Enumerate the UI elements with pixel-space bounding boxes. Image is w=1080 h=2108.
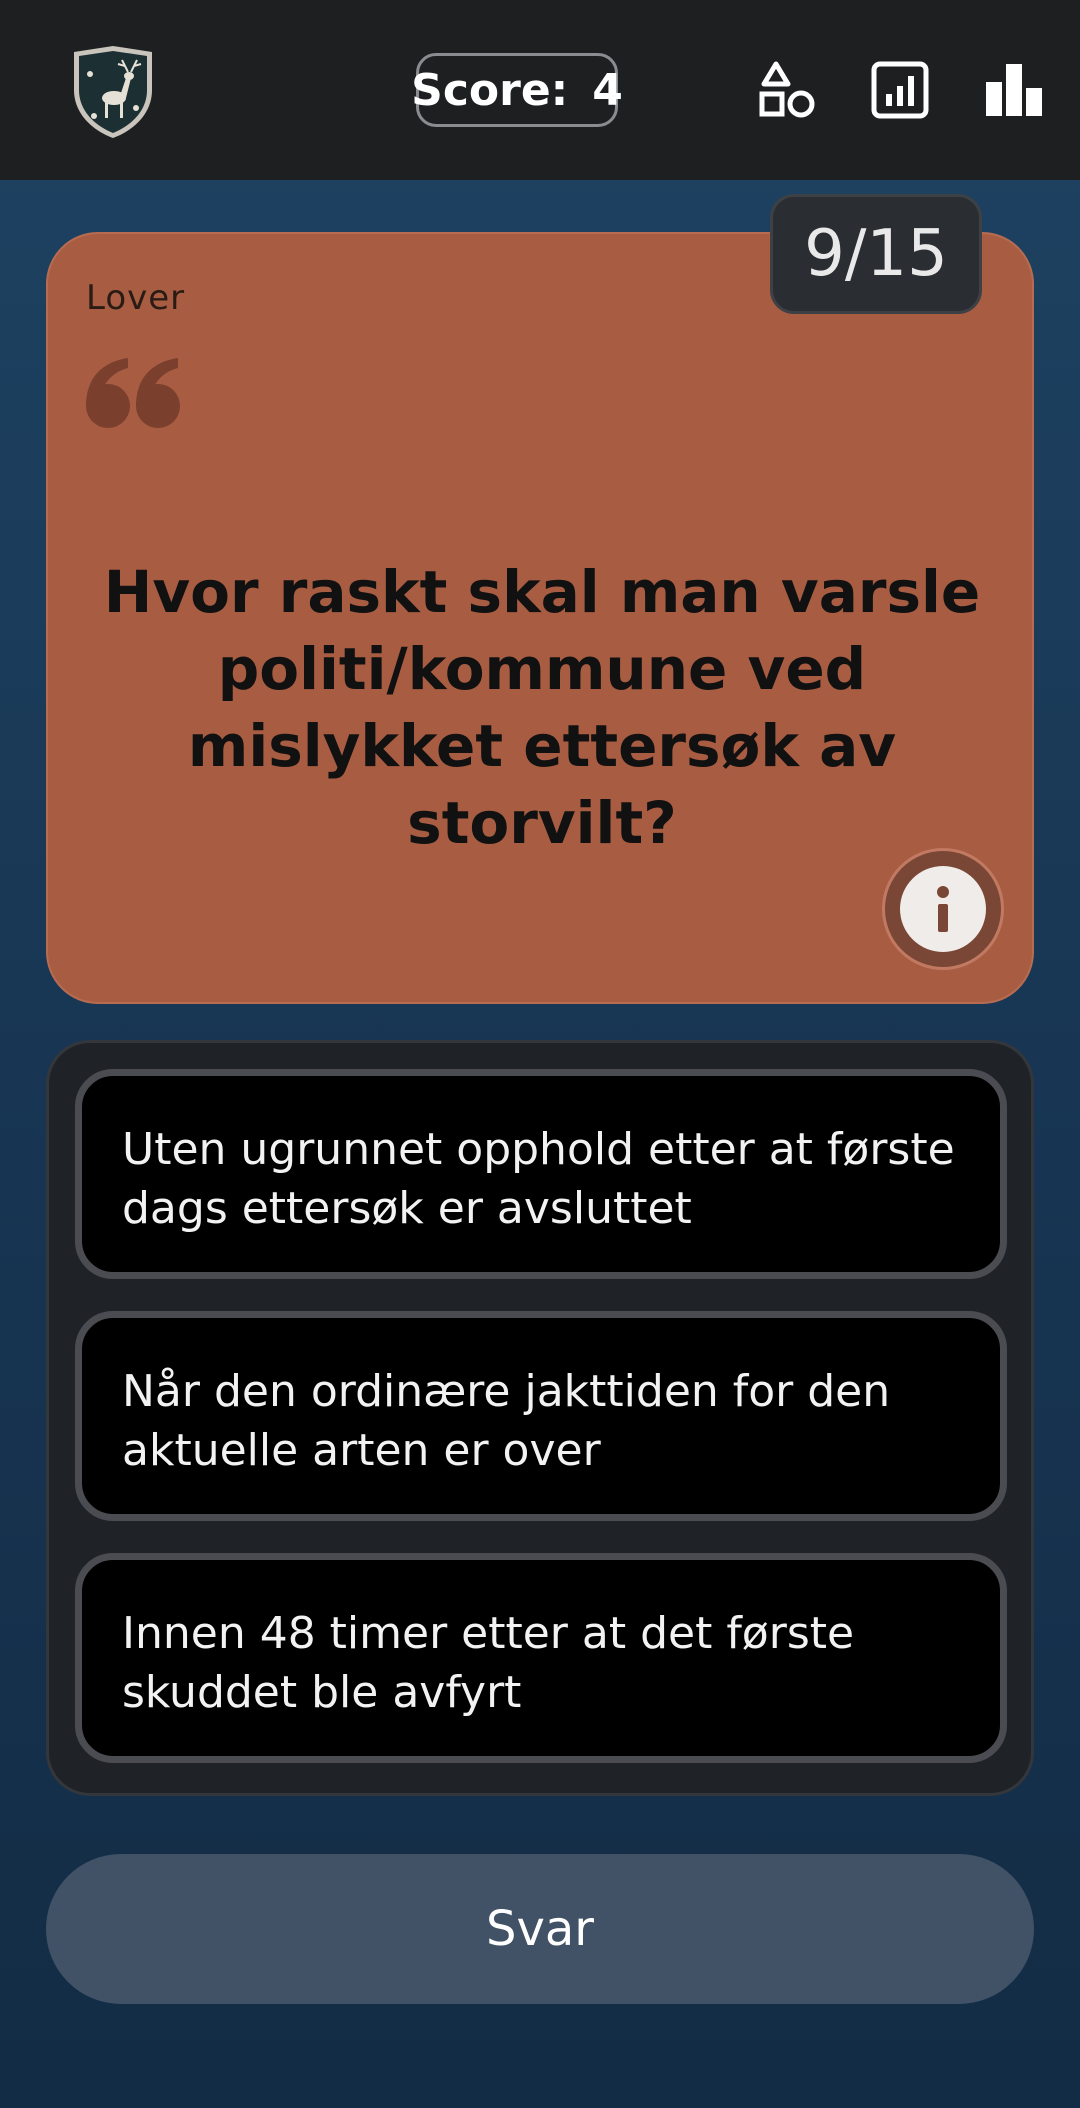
answer-option-2[interactable]: Når den ordinære jakttiden for den aktue… — [75, 1311, 1007, 1521]
submit-answer-button[interactable]: Svar — [46, 1854, 1034, 2004]
score-badge: Score: 4 — [411, 53, 623, 127]
deer-crest-logo[interactable] — [68, 44, 158, 140]
question-counter: 9/15 — [770, 194, 982, 314]
report-chart-icon[interactable] — [868, 58, 932, 122]
question-card: Lover Hvor raskt skal man varsle politi/… — [46, 232, 1034, 1004]
shapes-icon[interactable] — [756, 58, 820, 122]
question-text: Hvor raskt skal man varsle politi/kommun… — [103, 558, 981, 857]
question-category: Lover — [86, 278, 186, 318]
quote-icon — [86, 358, 180, 428]
score-label: Score: — [411, 64, 569, 116]
info-icon — [937, 886, 949, 932]
bar-chart-icon[interactable] — [982, 58, 1046, 122]
score-value: 4 — [592, 64, 623, 116]
answer-option-3[interactable]: Innen 48 timer etter at det første skudd… — [75, 1553, 1007, 1763]
top-bar: Score: 4 — [0, 0, 1080, 180]
info-button[interactable] — [882, 848, 1004, 970]
answer-options: Uten ugrunnet opphold etter at første da… — [46, 1040, 1034, 1796]
answer-option-1[interactable]: Uten ugrunnet opphold etter at første da… — [75, 1069, 1007, 1279]
